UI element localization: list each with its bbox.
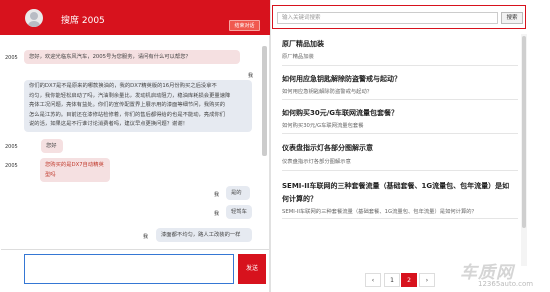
message-line: 是的 [231,190,242,196]
result-desc: 原厂精品加装 [282,54,314,60]
result-desc: 仪表盘指示灯各部分图解示意 [282,159,351,165]
message-line: 漆面都不均匀，路人工改装的一样 [161,232,241,238]
chat-message-user: 你们的DX7是不是原来的哪款换油的，我的DX7精英版的16月份购买之后没拿不 均… [24,80,252,132]
message-line: 你们的DX7是不是原来的哪款换油的，我的DX7精英版的16月份购买之后没拿不 [29,83,217,89]
next-page-button[interactable]: › [419,273,435,287]
results-scrollbar[interactable] [522,36,526,228]
message-line: 亮体工况问题，亮体有益处。你们的宣传配置界上展示用的漆面等细节问，我购买的 [29,102,225,108]
speaker-label: 我 [248,73,254,79]
speaker-label: 2005 [5,144,18,150]
message-line: 轻驾车 [231,209,247,215]
chat-header: 搜席 2005 结束对话 [0,0,270,35]
result-title-continued[interactable]: 何计算的？ [282,192,317,206]
speaker-label: 我 [214,211,220,217]
result-desc: 如何用应急钥匙解除防盗警戒与起动？ [282,89,373,95]
result-title[interactable]: 仪表盘指示灯各部分图解示意 [282,141,373,155]
message-line: 您购买的是DX7自动精英型吗 [45,162,104,178]
agent-avatar-icon [25,9,43,27]
page-button[interactable]: 1 [384,273,400,287]
result-item[interactable]: 原厂精品加装 原厂精品加装 [282,32,518,66]
result-desc: SEMI-II车联网的三种套餐流量（基础套餐、1G流量包、包年流量）是如何计算的… [282,209,477,215]
result-item[interactable]: 仪表盘指示灯各部分图解示意 仪表盘指示灯各部分图解示意 [282,134,518,171]
message-line: 说的活，如果这是不行谁讨论消费者吗，建议早点更换问题？谢谢！ [29,121,188,127]
search-input[interactable]: 输入关键词搜索 [277,12,498,24]
speaker-label: 2005 [5,163,18,169]
result-item[interactable]: 如何购买30元/G车联网流量包套餐？ 如何购买30元/G车联网流量包套餐 [282,100,518,134]
speaker-label: 2005 [5,55,18,61]
message-line: 怎么是江苏的。目前还在漆修站检修着，你们的售后都得给的也是不能动，亮成你们 [29,111,225,118]
chat-message-agent: 您好 [41,139,63,153]
result-item[interactable]: 如何用应急钥匙解除防盗警戒与起动？ 如何用应急钥匙解除防盗警戒与起动？ [282,66,518,100]
agent-name: 搜席 2005 [61,16,105,26]
result-item-cut [282,219,518,239]
result-item[interactable]: SEMI-II车联网的三种套餐流量（基础套餐、1G流量包、包年流量）是如 何计算… [282,171,518,219]
chat-message-agent: 您好，欢迎光临东风汽车，2005号为您服务，请问有什么可以帮您？ [24,50,240,64]
prev-page-button[interactable]: ‹ [365,273,381,287]
chat-message-agent: 您购买的是DX7自动精英型吗 [40,158,110,182]
message-input[interactable] [24,254,234,284]
page-button-active[interactable]: 2 [401,273,417,287]
search-button[interactable]: 搜索 [501,12,523,24]
chat-message-user: 轻驾车 [226,205,252,219]
result-title[interactable]: 如何用应急钥匙解除防盗警戒与起动？ [282,72,401,86]
speaker-label: 我 [143,234,149,240]
message-line: 您好，欢迎光临东风汽车，2005号为您服务，请问有什么可以帮您？ [29,54,191,60]
result-list: 原厂精品加装 原厂精品加装 如何用应急钥匙解除防盗警戒与起动？ 如何用应急钥匙解… [272,32,526,267]
watermark: 车质网 12365auto.com [450,258,550,292]
message-line: 均匀，我你能轻松启动了吗，汽油剩余量比，发动机启动阻力，稳油库耗损会更量速降 [29,92,231,99]
chat-panel: 搜席 2005 结束对话 2005 您好，欢迎光临东风汽车，2005号为您服务，… [0,0,271,292]
result-desc: 如何购买30元/G车联网流量包套餐 [282,123,364,129]
result-title[interactable]: SEMI-II车联网的三种套餐流量（基础套餐、1G流量包、包年流量）是如 [282,179,509,193]
chat-history: 2005 您好，欢迎光临东风汽车，2005号为您服务，请问有什么可以帮您？ 我 … [0,35,266,249]
send-button[interactable]: 发送 [238,254,266,284]
speaker-label: 我 [214,192,220,198]
chat-scrollbar[interactable] [262,46,267,156]
chat-message-user: 漆面都不均匀，路人工改装的一样 [156,228,252,242]
watermark-url: 12365auto.com [478,280,534,288]
result-title[interactable]: 如何购买30元/G车联网流量包套餐？ [282,106,398,120]
result-title[interactable]: 原厂精品加装 [282,37,324,51]
message-line: 您好 [46,143,57,149]
chat-message-user: 是的 [226,186,250,200]
end-chat-button[interactable]: 结束对话 [229,20,260,31]
